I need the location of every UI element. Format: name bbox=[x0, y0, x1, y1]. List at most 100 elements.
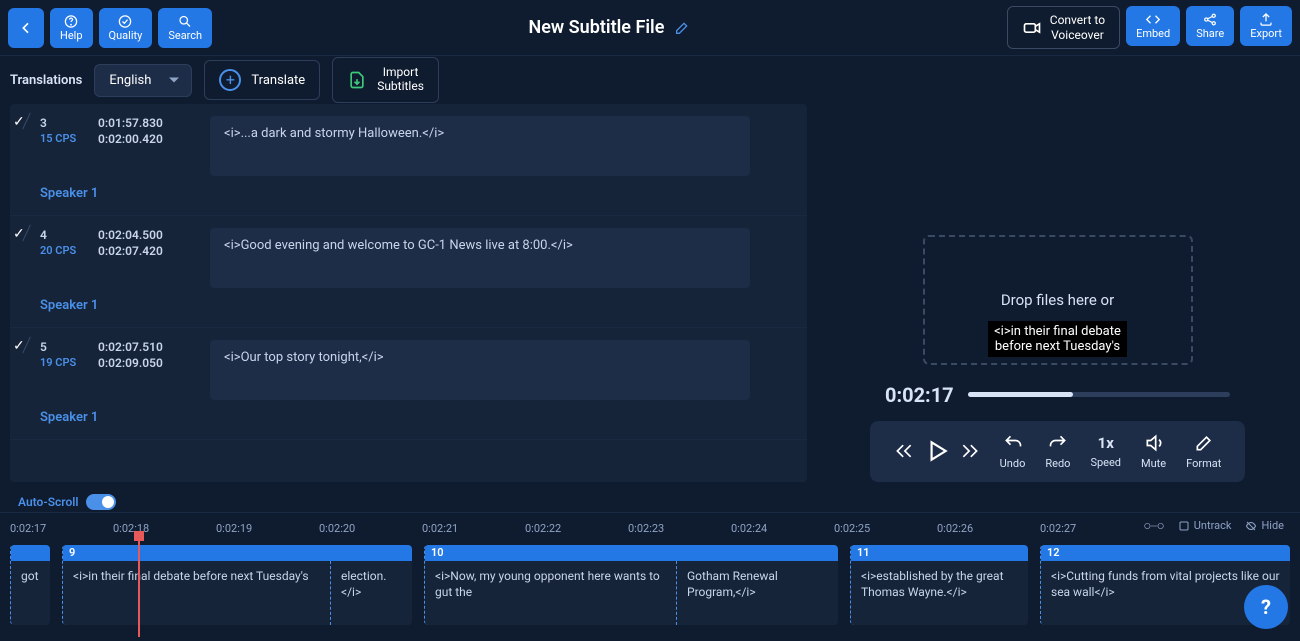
quality-icon bbox=[117, 14, 133, 29]
subtitle-panel: ✓315 CPS0:01:57.8300:02:00.420<i>...a da… bbox=[0, 104, 815, 512]
code-icon bbox=[1145, 12, 1161, 27]
forward-icon bbox=[960, 441, 980, 461]
redo-button[interactable]: Redo bbox=[1045, 433, 1070, 470]
untrack-icon bbox=[1178, 520, 1190, 532]
embed-button[interactable]: Embed bbox=[1126, 6, 1180, 46]
convert-voiceover-button[interactable]: Convert to Voiceover bbox=[1007, 6, 1120, 49]
clip-segment: <i>Now, my young opponent here wants to … bbox=[425, 561, 677, 625]
dropzone[interactable]: Drop files here or <i>in their final deb… bbox=[923, 235, 1193, 365]
untrack-button[interactable]: Untrack bbox=[1178, 519, 1232, 532]
overlay-line1: <i>in their final debate bbox=[994, 324, 1121, 339]
subtitle-overlay: <i>in their final debate before next Tue… bbox=[988, 321, 1127, 357]
zoom-controls[interactable] bbox=[1144, 519, 1164, 532]
clip-body: <i>in their final debate before next Tue… bbox=[63, 561, 412, 625]
embed-label: Embed bbox=[1136, 27, 1170, 40]
help-fab[interactable]: ? bbox=[1244, 585, 1288, 629]
subtitle-start[interactable]: 0:02:04.500 bbox=[98, 228, 163, 242]
rewind-icon bbox=[894, 441, 914, 461]
subtitle-text[interactable]: <i>Our top story tonight,</i> bbox=[210, 340, 750, 400]
help-button[interactable]: Help bbox=[50, 8, 93, 48]
subtitle-speaker[interactable]: Speaker 1 bbox=[40, 186, 793, 201]
subtitle-start[interactable]: 0:02:07.510 bbox=[98, 340, 163, 354]
subtitle-speaker[interactable]: Speaker 1 bbox=[40, 298, 793, 313]
progress-bar[interactable] bbox=[968, 392, 1230, 397]
clip-segment: got bbox=[11, 561, 50, 625]
clip-index bbox=[11, 545, 50, 561]
edit-title-button[interactable] bbox=[674, 20, 690, 36]
timeline-tick: 0:02:27 bbox=[1040, 522, 1143, 535]
subtitle-index: 3 bbox=[40, 116, 88, 130]
export-button[interactable]: Export bbox=[1240, 6, 1292, 46]
clip-body: <i>established by the great Thomas Wayne… bbox=[851, 561, 1028, 625]
translate-button[interactable]: + Translate bbox=[204, 60, 320, 100]
translate-label: Translate bbox=[251, 73, 305, 88]
auto-scroll-label: Auto-Scroll bbox=[18, 495, 78, 509]
dropzone-text: Drop files here or bbox=[1001, 291, 1114, 309]
subtitle-end[interactable]: 0:02:00.420 bbox=[98, 132, 163, 146]
toggle-switch[interactable] bbox=[86, 494, 116, 510]
share-icon bbox=[1202, 12, 1218, 27]
timeline-tick: 0:02:17 bbox=[10, 522, 113, 535]
timeline-clip[interactable]: 11<i>established by the great Thomas Way… bbox=[850, 545, 1028, 625]
undo-button[interactable]: Undo bbox=[1000, 433, 1026, 470]
clip-index: 11 bbox=[851, 545, 1028, 561]
back-button[interactable] bbox=[8, 8, 44, 48]
subtitle-text[interactable]: <i>Good evening and welcome to GC-1 News… bbox=[210, 228, 750, 288]
timeline[interactable]: 0:02:170:02:180:02:190:02:200:02:210:02:… bbox=[0, 512, 1300, 640]
main-area: ✓315 CPS0:01:57.8300:02:00.420<i>...a da… bbox=[0, 104, 1300, 512]
hide-button[interactable]: Hide bbox=[1245, 519, 1284, 532]
rewind-button[interactable] bbox=[894, 441, 914, 461]
eye-off-icon bbox=[1245, 520, 1257, 532]
current-time: 0:02:17 bbox=[885, 383, 954, 407]
playhead[interactable] bbox=[138, 537, 140, 637]
mute-button[interactable]: Mute bbox=[1141, 433, 1166, 470]
title-bar: New Subtitle File bbox=[212, 17, 1007, 38]
clip-segment: <i>established by the great Thomas Wayne… bbox=[851, 561, 1028, 625]
speed-value: 1x bbox=[1098, 434, 1114, 452]
export-label: Export bbox=[1250, 27, 1282, 40]
timeline-actions: Untrack Hide bbox=[1144, 519, 1284, 532]
clip-segment: Gotham Renewal Program,</i> bbox=[677, 561, 837, 625]
speed-button[interactable]: 1x Speed bbox=[1090, 434, 1121, 469]
pencil-icon bbox=[674, 20, 690, 36]
subtitle-index: 4 bbox=[40, 228, 88, 242]
timeline-tick: 0:02:18 bbox=[113, 522, 216, 535]
subtitle-item[interactable]: ✓315 CPS0:01:57.8300:02:00.420<i>...a da… bbox=[10, 104, 807, 216]
clip-index: 9 bbox=[63, 545, 412, 561]
share-button[interactable]: Share bbox=[1186, 6, 1234, 46]
subtitle-item[interactable]: ✓420 CPS0:02:04.5000:02:07.420<i>Good ev… bbox=[10, 216, 807, 328]
subtitle-speaker[interactable]: Speaker 1 bbox=[40, 410, 793, 425]
timeline-clips: got 9<i>in their final debate before next… bbox=[10, 545, 1290, 625]
convert-label: Convert to Voiceover bbox=[1050, 13, 1105, 42]
timeline-clip[interactable]: 10<i>Now, my young opponent here wants t… bbox=[424, 545, 838, 625]
page-title: New Subtitle File bbox=[529, 17, 665, 38]
clip-body: got bbox=[11, 561, 50, 625]
subtitle-item[interactable]: ✓519 CPS0:02:07.5100:02:09.050<i>Our top… bbox=[10, 328, 807, 440]
search-label: Search bbox=[168, 29, 202, 42]
import-subtitles-button[interactable]: Import Subtitles bbox=[332, 57, 439, 103]
timeline-tick: 0:02:20 bbox=[319, 522, 422, 535]
subtitle-cps: 15 CPS bbox=[40, 132, 88, 145]
subtitle-list[interactable]: ✓315 CPS0:01:57.8300:02:00.420<i>...a da… bbox=[10, 104, 807, 482]
clip-body: <i>Now, my young opponent here wants to … bbox=[425, 561, 838, 625]
forward-button[interactable] bbox=[960, 441, 980, 461]
subtitle-text[interactable]: <i>...a dark and stormy Halloween.</i> bbox=[210, 116, 750, 176]
subtitle-cps: 19 CPS bbox=[40, 356, 88, 369]
arrow-left-icon bbox=[18, 20, 34, 36]
timeline-clip[interactable]: 9<i>in their final debate before next Tu… bbox=[62, 545, 412, 625]
subtitle-end[interactable]: 0:02:09.050 bbox=[98, 356, 163, 370]
export-icon bbox=[1258, 12, 1274, 27]
import-label: Import Subtitles bbox=[377, 66, 424, 94]
subtitle-end[interactable]: 0:02:07.420 bbox=[98, 244, 163, 258]
language-select[interactable]: English bbox=[94, 64, 192, 97]
header-right: Convert to Voiceover Embed Share Export bbox=[1007, 6, 1292, 49]
toolbar: Translations English + Translate Import … bbox=[0, 56, 1300, 104]
quality-button[interactable]: Quality bbox=[99, 8, 153, 48]
time-row: 0:02:17 bbox=[845, 383, 1270, 407]
play-button[interactable] bbox=[924, 438, 950, 464]
timeline-clip[interactable]: got bbox=[10, 545, 50, 625]
format-button[interactable]: Format bbox=[1186, 433, 1221, 470]
subtitle-start[interactable]: 0:01:57.830 bbox=[98, 116, 163, 130]
search-button[interactable]: Search bbox=[158, 8, 212, 48]
auto-scroll-toggle[interactable]: Auto-Scroll bbox=[18, 494, 116, 510]
